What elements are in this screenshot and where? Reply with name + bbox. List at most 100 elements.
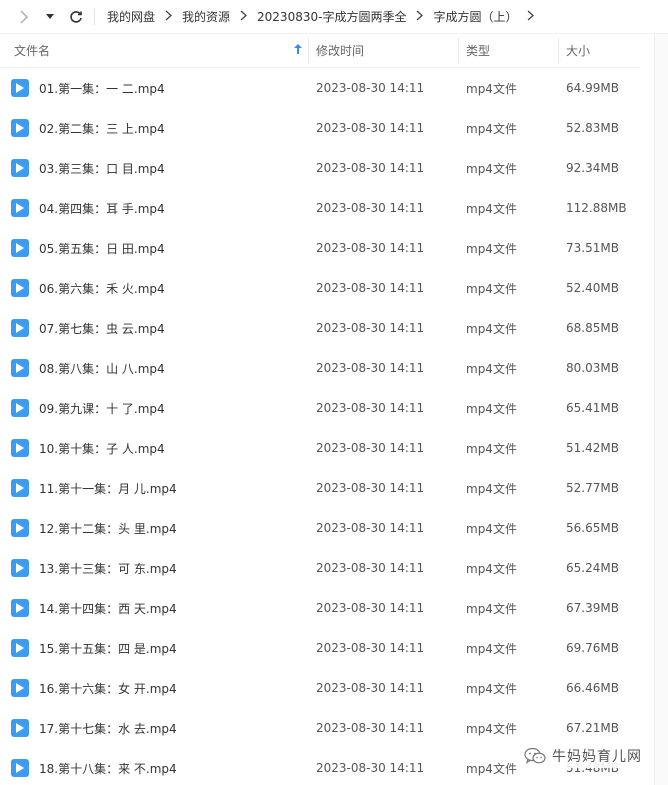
file-type: mp4文件 xyxy=(466,521,517,536)
file-size: 67.39MB xyxy=(566,601,619,615)
file-type: mp4文件 xyxy=(466,121,517,136)
file-size: 66.46MB xyxy=(566,681,619,695)
breadcrumb-chevron-icon[interactable] xyxy=(519,10,542,24)
table-row[interactable]: 17.第十七集：水 去.mp4 2023-08-30 14:11 mp4文件 6… xyxy=(0,708,640,748)
file-name-cell: 09.第九课：十 了.mp4 xyxy=(0,399,308,417)
file-name-cell: 03.第三集：口 目.mp4 xyxy=(0,159,308,177)
file-mtime: 2023-08-30 14:11 xyxy=(316,521,425,535)
video-file-icon xyxy=(11,279,29,297)
file-type: mp4文件 xyxy=(466,641,517,656)
breadcrumb-item[interactable]: 我的资源 xyxy=(180,8,232,25)
video-file-icon xyxy=(11,519,29,537)
file-name-cell: 01.第一集：一 二.mp4 xyxy=(0,79,308,97)
file-name-cell: 04.第四集：耳 手.mp4 xyxy=(0,199,308,217)
video-file-icon xyxy=(11,399,29,417)
column-header-name-label: 文件名 xyxy=(14,44,51,58)
table-row[interactable]: 05.第五集：日 田.mp4 2023-08-30 14:11 mp4文件 73… xyxy=(0,228,640,268)
table-row[interactable]: 16.第十六集：女 开.mp4 2023-08-30 14:11 mp4文件 6… xyxy=(0,668,640,708)
table-row[interactable]: 10.第十集：子 人.mp4 2023-08-30 14:11 mp4文件 51… xyxy=(0,428,640,468)
breadcrumb-chevron-icon xyxy=(408,10,431,24)
file-name-cell: 11.第十一集：月 儿.mp4 xyxy=(0,479,308,497)
file-name: 14.第十四集：西 天.mp4 xyxy=(39,601,177,616)
table-row[interactable]: 07.第七集：虫 云.mp4 2023-08-30 14:11 mp4文件 68… xyxy=(0,308,640,348)
refresh-icon[interactable] xyxy=(66,0,86,34)
video-file-icon xyxy=(11,599,29,617)
watermark: 牛妈妈育儿网 xyxy=(518,744,648,768)
file-name: 10.第十集：子 人.mp4 xyxy=(39,441,165,456)
file-mtime: 2023-08-30 14:11 xyxy=(316,281,425,295)
nav-divider xyxy=(94,8,95,25)
file-name: 01.第一集：一 二.mp4 xyxy=(39,81,165,96)
back-chevron-icon[interactable] xyxy=(14,0,34,34)
file-mtime: 2023-08-30 14:11 xyxy=(316,121,425,135)
breadcrumb-item[interactable]: 20230830-字成方圆两季全 xyxy=(255,8,408,25)
table-row[interactable]: 04.第四集：耳 手.mp4 2023-08-30 14:11 mp4文件 11… xyxy=(0,188,640,228)
column-header-mtime[interactable]: 修改时间 xyxy=(308,34,458,68)
watermark-text: 牛妈妈育儿网 xyxy=(552,749,642,765)
file-size: 68.85MB xyxy=(566,321,619,335)
file-name-cell: 16.第十六集：女 开.mp4 xyxy=(0,679,308,697)
file-name: 16.第十六集：女 开.mp4 xyxy=(39,681,177,696)
video-file-icon xyxy=(11,639,29,657)
file-name: 12.第十二集：头 里.mp4 xyxy=(39,521,177,536)
file-size: 73.51MB xyxy=(566,241,619,255)
breadcrumb-chevron-icon xyxy=(157,10,180,24)
file-size: 69.76MB xyxy=(566,641,619,655)
column-header-mtime-label: 修改时间 xyxy=(316,44,365,58)
file-type: mp4文件 xyxy=(466,401,517,416)
file-size: 51.42MB xyxy=(566,441,619,455)
file-size: 64.99MB xyxy=(566,81,619,95)
file-name: 15.第十五集：四 是.mp4 xyxy=(39,641,177,656)
file-mtime: 2023-08-30 14:11 xyxy=(316,81,425,95)
table-row[interactable]: 12.第十二集：头 里.mp4 2023-08-30 14:11 mp4文件 5… xyxy=(0,508,640,548)
file-name: 18.第十八集：来 不.mp4 xyxy=(39,761,177,776)
video-file-icon xyxy=(11,319,29,337)
file-mtime: 2023-08-30 14:11 xyxy=(316,601,425,615)
table-row[interactable]: 11.第十一集：月 儿.mp4 2023-08-30 14:11 mp4文件 5… xyxy=(0,468,640,508)
wechat-icon xyxy=(524,747,546,764)
table-row[interactable]: 02.第二集：三 上.mp4 2023-08-30 14:11 mp4文件 52… xyxy=(0,108,640,148)
file-name: 17.第十七集：水 去.mp4 xyxy=(39,721,177,736)
video-file-icon xyxy=(11,479,29,497)
file-type: mp4文件 xyxy=(466,201,517,216)
column-header-type-label: 类型 xyxy=(466,44,491,58)
table-row[interactable]: 01.第一集：一 二.mp4 2023-08-30 14:11 mp4文件 64… xyxy=(0,68,640,108)
table-row[interactable]: 15.第十五集：四 是.mp4 2023-08-30 14:11 mp4文件 6… xyxy=(0,628,640,668)
table-header: 文件名 修改时间 类型 大小 xyxy=(0,34,640,68)
table-row[interactable]: 09.第九课：十 了.mp4 2023-08-30 14:11 mp4文件 65… xyxy=(0,388,640,428)
video-file-icon xyxy=(11,719,29,737)
breadcrumb-item-current[interactable]: 字成方圆（上） xyxy=(431,8,519,25)
file-size: 52.83MB xyxy=(566,121,619,135)
file-size: 52.77MB xyxy=(566,481,619,495)
file-type: mp4文件 xyxy=(466,721,517,736)
file-mtime: 2023-08-30 14:11 xyxy=(316,481,425,495)
file-name: 11.第十一集：月 儿.mp4 xyxy=(39,481,177,496)
column-header-size[interactable]: 大小 xyxy=(558,34,640,68)
file-type: mp4文件 xyxy=(466,281,517,296)
file-name-cell: 10.第十集：子 人.mp4 xyxy=(0,439,308,457)
table-row[interactable]: 08.第八集：山 八.mp4 2023-08-30 14:11 mp4文件 80… xyxy=(0,348,640,388)
table-row[interactable]: 06.第六集：禾 火.mp4 2023-08-30 14:11 mp4文件 52… xyxy=(0,268,640,308)
history-dropdown-icon[interactable] xyxy=(40,0,60,34)
table-row[interactable]: 03.第三集：口 目.mp4 2023-08-30 14:11 mp4文件 92… xyxy=(0,148,640,188)
column-header-size-label: 大小 xyxy=(566,44,591,58)
file-name-cell: 07.第七集：虫 云.mp4 xyxy=(0,319,308,337)
file-name-cell: 14.第十四集：西 天.mp4 xyxy=(0,599,308,617)
file-name-cell: 13.第十三集：可 东.mp4 xyxy=(0,559,308,577)
table-row[interactable]: 14.第十四集：西 天.mp4 2023-08-30 14:11 mp4文件 6… xyxy=(0,588,640,628)
file-name: 08.第八集：山 八.mp4 xyxy=(39,361,165,376)
video-file-icon xyxy=(11,559,29,577)
file-size: 80.03MB xyxy=(566,361,619,375)
file-size: 67.21MB xyxy=(566,721,619,735)
column-header-name[interactable]: 文件名 xyxy=(0,34,308,68)
file-name: 04.第四集：耳 手.mp4 xyxy=(39,201,165,216)
breadcrumb-item[interactable]: 我的网盘 xyxy=(105,8,157,25)
table-row[interactable]: 13.第十三集：可 东.mp4 2023-08-30 14:11 mp4文件 6… xyxy=(0,548,640,588)
video-file-icon xyxy=(11,199,29,217)
file-size: 65.24MB xyxy=(566,561,619,575)
vertical-scrollbar[interactable] xyxy=(654,34,668,785)
video-file-icon xyxy=(11,439,29,457)
column-header-type[interactable]: 类型 xyxy=(458,34,558,68)
file-type: mp4文件 xyxy=(466,481,517,496)
video-file-icon xyxy=(11,759,29,777)
